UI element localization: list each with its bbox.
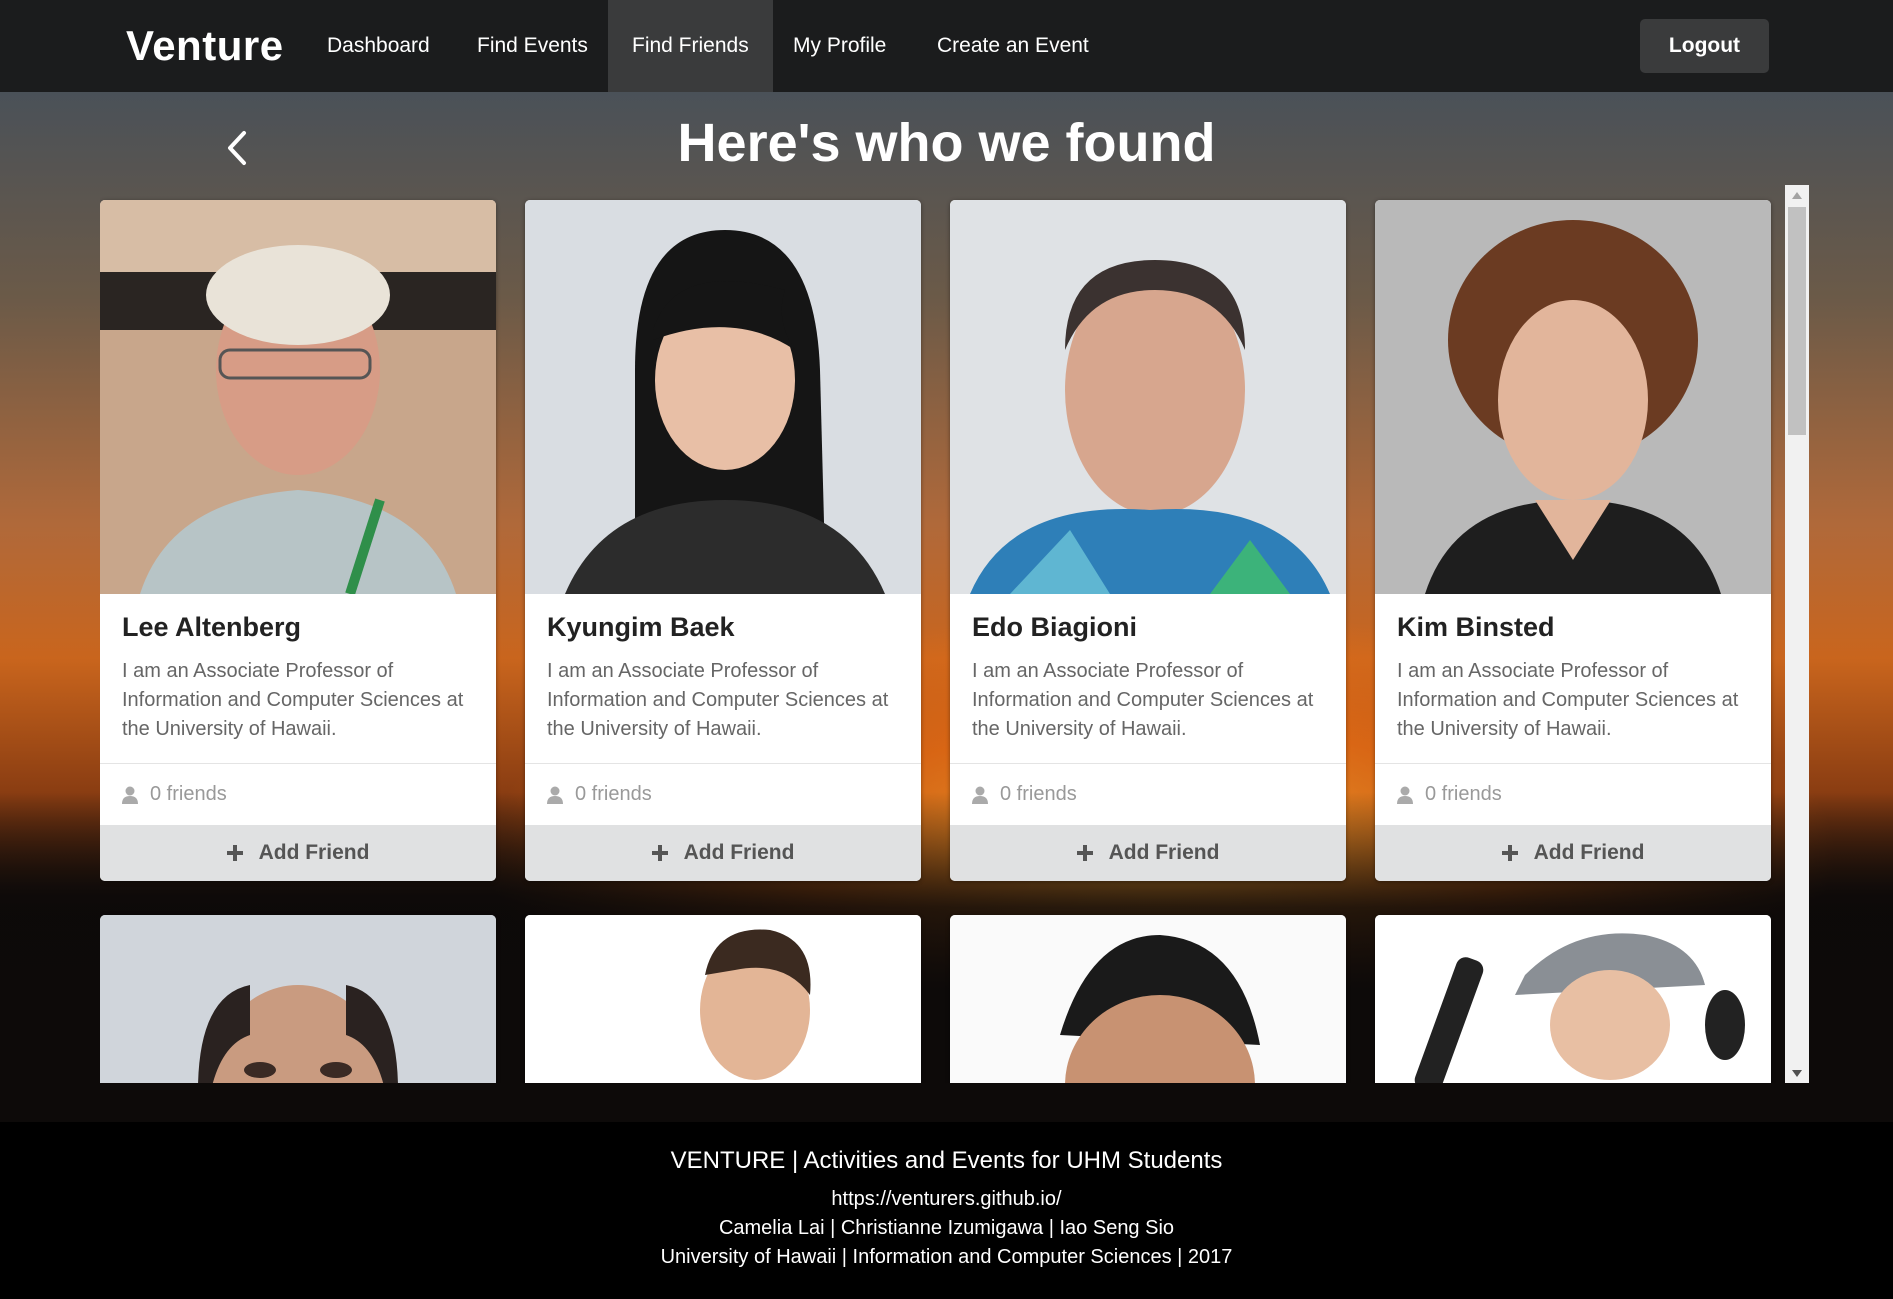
add-friend-label: Add Friend bbox=[683, 841, 795, 864]
profile-photo bbox=[100, 200, 496, 594]
user-icon bbox=[972, 786, 988, 804]
footer-authors: Camelia Lai | Christianne Izumigawa | Ia… bbox=[718, 1217, 1175, 1239]
friend-card: Lee Altenberg I am an Associate Professo… bbox=[100, 200, 496, 881]
friend-name[interactable]: Kim Binsted bbox=[1397, 612, 1749, 643]
footer-credits: University of Hawaii | Information and C… bbox=[660, 1246, 1233, 1268]
friend-name[interactable]: Lee Altenberg bbox=[122, 612, 474, 643]
friend-name[interactable]: Edo Biagioni bbox=[972, 612, 1324, 643]
add-friend-label: Add Friend bbox=[1108, 841, 1220, 864]
top-navbar: Venture Dashboard Find Events Find Frien… bbox=[0, 0, 1893, 92]
friend-count: 0 friends bbox=[525, 764, 921, 825]
nav-create-event[interactable]: Create an Event bbox=[913, 0, 1113, 92]
friend-count-label: 0 friends bbox=[575, 783, 652, 805]
profile-photo bbox=[950, 915, 1346, 1083]
logout-button[interactable]: Logout bbox=[1640, 19, 1769, 73]
results-scrollbar[interactable] bbox=[1785, 185, 1809, 1083]
friend-card: Kim Binsted I am an Associate Professor … bbox=[1375, 200, 1771, 881]
friends-results-grid[interactable]: Lee Altenberg I am an Associate Professo… bbox=[100, 185, 1810, 1083]
add-friend-button[interactable]: Add Friend bbox=[1375, 825, 1771, 881]
footer-url[interactable]: https://venturers.github.io/ bbox=[0, 1188, 1893, 1211]
user-icon bbox=[122, 786, 138, 804]
nav-my-profile[interactable]: My Profile bbox=[769, 0, 910, 92]
add-friend-label: Add Friend bbox=[1533, 841, 1645, 864]
scroll-up-arrow-icon[interactable] bbox=[1785, 185, 1809, 205]
profile-photo bbox=[1375, 915, 1771, 1083]
profile-photo bbox=[100, 915, 496, 1083]
friend-description: I am an Associate Professor of Informati… bbox=[547, 660, 889, 740]
scroll-down-arrow-icon[interactable] bbox=[1785, 1063, 1809, 1083]
nav-find-events[interactable]: Find Events bbox=[453, 0, 612, 92]
friend-card bbox=[100, 915, 496, 1083]
profile-photo bbox=[525, 915, 921, 1083]
friend-card bbox=[950, 915, 1346, 1083]
plus-icon bbox=[651, 845, 668, 861]
friend-count: 0 friends bbox=[100, 764, 496, 825]
friend-description: I am an Associate Professor of Informati… bbox=[1397, 660, 1739, 740]
page-title: Here's who we found bbox=[677, 113, 1216, 173]
friend-count: 0 friends bbox=[950, 764, 1346, 825]
add-friend-button[interactable]: Add Friend bbox=[525, 825, 921, 881]
scrollbar-thumb[interactable] bbox=[1788, 207, 1806, 435]
plus-icon bbox=[1501, 845, 1518, 861]
add-friend-label: Add Friend bbox=[258, 841, 370, 864]
friend-description: I am an Associate Professor of Informati… bbox=[122, 660, 464, 740]
friend-name[interactable]: Kyungim Baek bbox=[547, 612, 899, 643]
friend-description: I am an Associate Professor of Informati… bbox=[972, 660, 1314, 740]
plus-icon bbox=[1076, 845, 1093, 861]
nav-find-friends[interactable]: Find Friends bbox=[608, 0, 773, 92]
user-icon bbox=[547, 786, 563, 804]
friend-card: Kyungim Baek I am an Associate Professor… bbox=[525, 200, 921, 881]
profile-photo bbox=[950, 200, 1346, 594]
nav-dashboard[interactable]: Dashboard bbox=[303, 0, 454, 92]
friend-card bbox=[525, 915, 921, 1083]
friend-card: Edo Biagioni I am an Associate Professor… bbox=[950, 200, 1346, 881]
add-friend-button[interactable]: Add Friend bbox=[950, 825, 1346, 881]
plus-icon bbox=[226, 845, 243, 861]
friend-count-label: 0 friends bbox=[1000, 783, 1077, 805]
friend-count-label: 0 friends bbox=[150, 783, 227, 805]
profile-photo bbox=[525, 200, 921, 594]
footer-title: VENTURE | Activities and Events for UHM … bbox=[670, 1147, 1223, 1174]
footer: VENTURE | Activities and Events for UHM … bbox=[0, 1122, 1893, 1299]
user-icon bbox=[1397, 786, 1413, 804]
profile-photo bbox=[1375, 200, 1771, 594]
friend-card bbox=[1375, 915, 1771, 1083]
add-friend-button[interactable]: Add Friend bbox=[100, 825, 496, 881]
brand-logo[interactable]: Venture bbox=[126, 0, 284, 92]
friend-count: 0 friends bbox=[1375, 764, 1771, 825]
friend-count-label: 0 friends bbox=[1425, 783, 1502, 805]
